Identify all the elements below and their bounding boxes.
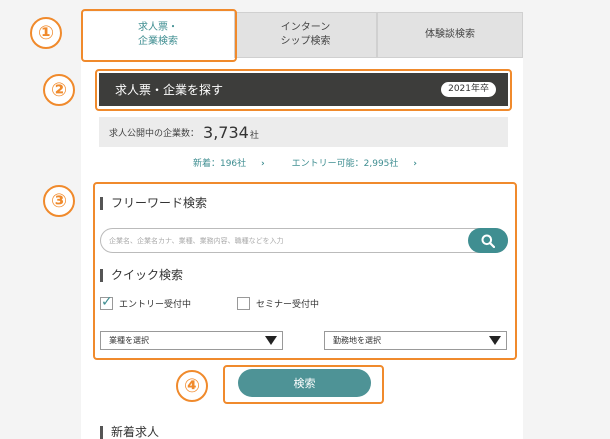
tab-experience-search[interactable]: 体験談検索	[377, 12, 523, 58]
section-header-bar: 求人票・企業を探す 2021年卒	[99, 73, 508, 106]
tab-label: インターン シップ検索	[280, 22, 331, 47]
company-count-value: 3,734	[203, 122, 249, 142]
new-link-label: 新着：196社	[192, 159, 247, 169]
seminar-open-checkbox[interactable]: セミナー受付中	[237, 297, 319, 310]
freeword-search-button[interactable]	[468, 228, 508, 253]
marker-4: ④	[176, 370, 208, 402]
graduation-year-badge: 2021年卒	[441, 82, 496, 97]
marker-3: ③	[43, 185, 75, 217]
chevron-right-icon: ›	[413, 159, 418, 169]
count-links: 新着：196社 › エントリー可能：2,995社 ›	[0, 156, 610, 169]
marker-2: ②	[43, 74, 75, 106]
entry-link[interactable]: エントリー可能：2,995社 ›	[286, 159, 423, 169]
entry-open-checkbox[interactable]: ✓ エントリー受付中	[100, 294, 192, 310]
search-icon	[481, 234, 495, 248]
freeword-search-box	[100, 228, 508, 253]
dropdown-arrow-icon	[265, 336, 277, 345]
freeword-search-input[interactable]	[109, 229, 464, 252]
company-count-box: 求人公開中の企業数： 3,734 社	[99, 117, 508, 147]
seminar-open-label: セミナー受付中	[256, 300, 320, 310]
freeword-heading: フリーワード検索	[100, 197, 207, 210]
entry-link-label: エントリー可能：2,995社	[291, 159, 399, 169]
industry-select-label: 業種を選択	[109, 336, 149, 345]
new-jobs-heading: 新着求人	[100, 426, 159, 439]
new-link[interactable]: 新着：196社 ›	[187, 159, 271, 169]
tab-internship-search[interactable]: インターン シップ検索	[234, 12, 377, 58]
industry-select[interactable]: 業種を選択	[100, 331, 283, 350]
highlight-box-1	[81, 9, 237, 62]
quick-search-heading: クイック検索	[100, 269, 183, 282]
tab-label: 体験談検索	[425, 29, 475, 40]
checkmark-icon: ✓	[101, 294, 113, 310]
dropdown-arrow-icon	[489, 336, 501, 345]
entry-open-label: エントリー受付中	[119, 300, 192, 310]
location-select[interactable]: 勤務地を選択	[324, 331, 507, 350]
company-count-unit: 社	[249, 130, 259, 141]
checkbox[interactable]	[237, 297, 250, 310]
company-count-label: 求人公開中の企業数：	[109, 128, 200, 139]
location-select-label: 勤務地を選択	[333, 336, 381, 345]
marker-1: ①	[30, 17, 62, 49]
search-button[interactable]: 検索	[238, 369, 371, 397]
chevron-right-icon: ›	[261, 159, 265, 169]
checkbox[interactable]: ✓	[100, 294, 113, 310]
section-title: 求人票・企業を探す	[115, 83, 224, 97]
